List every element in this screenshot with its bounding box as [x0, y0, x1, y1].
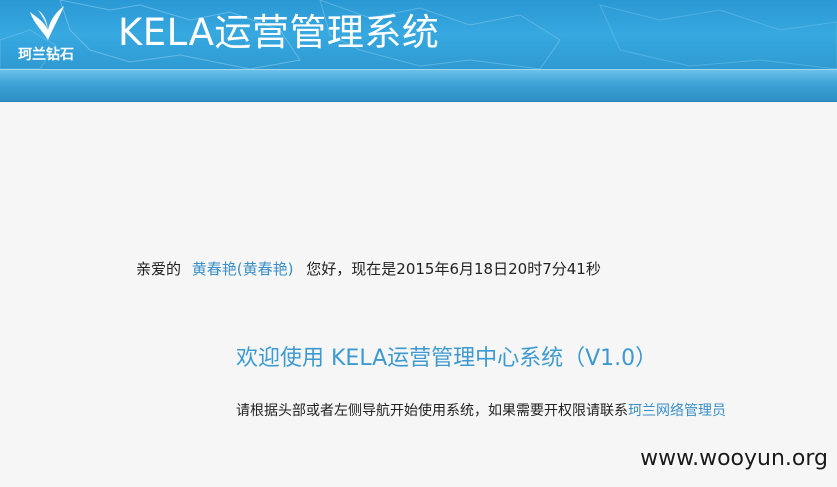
header: 珂兰钻石 KELA运营管理系统	[0, 0, 837, 69]
instructions: 请根据头部或者左侧导航开始使用系统，如果需要开权限请联系珂兰网络管理员	[236, 400, 726, 422]
welcome-title: 欢迎使用 KELA运营管理中心系统（V1.0）	[236, 346, 658, 371]
instructions-text: 请根据头部或者左侧导航开始使用系统，如果需要开权限请联系	[236, 403, 628, 419]
bird-logo-icon	[30, 6, 64, 40]
nav-bar	[0, 69, 837, 102]
logo: 珂兰钻石	[6, 2, 86, 66]
app-title: KELA运营管理系统	[118, 11, 440, 54]
greeting-suffix: 您好，现在是2015年6月18日20时7分41秒	[306, 260, 601, 278]
page: 珂兰钻石 KELA运营管理系统 亲爱的 黄春艳(黄春艳) 您好，现在是2015年…	[0, 0, 837, 487]
logo-text: 珂兰钻石	[18, 47, 74, 63]
greeting: 亲爱的 黄春艳(黄春艳) 您好，现在是2015年6月18日20时7分41秒	[136, 257, 601, 281]
watermark: www.wooyun.org	[640, 446, 828, 471]
user-name: 黄春艳(黄春艳)	[191, 260, 294, 278]
greeting-prefix: 亲爱的	[136, 260, 182, 278]
admin-contact-link[interactable]: 珂兰网络管理员	[628, 403, 726, 419]
